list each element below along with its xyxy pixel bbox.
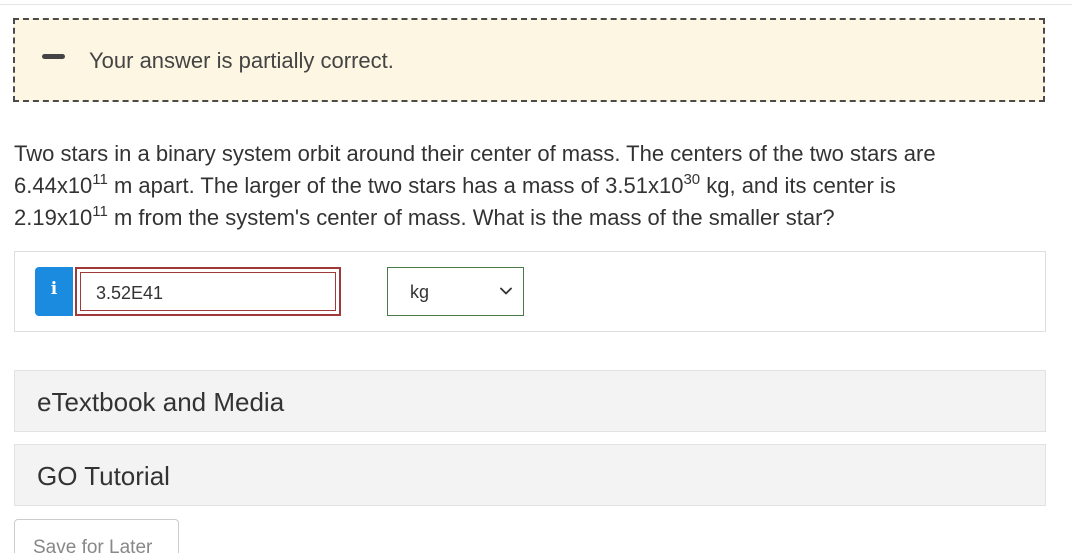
distance-exponent: 11 — [92, 203, 108, 220]
feedback-banner: Your answer is partially correct. — [13, 18, 1045, 102]
question-segment: kg, and its center is — [700, 173, 896, 198]
etextbook-media-panel[interactable]: eTextbook and Media — [14, 370, 1046, 432]
minus-icon — [42, 54, 65, 59]
question-segment: m apart. The larger of the two stars has… — [107, 173, 606, 198]
info-icon[interactable]: i — [35, 267, 73, 316]
feedback-message: Your answer is partially correct. — [89, 48, 394, 73]
etextbook-media-label: eTextbook and Media — [37, 387, 285, 417]
top-divider — [0, 4, 1072, 5]
go-tutorial-panel[interactable]: GO Tutorial — [14, 444, 1046, 506]
distance-value: 2.19x10 — [14, 205, 93, 230]
chevron-down-icon — [500, 287, 512, 295]
question-line-1: Two stars in a binary system orbit aroun… — [14, 141, 936, 166]
answer-area: i 3.52E41 kg — [14, 251, 1046, 332]
mass-exponent: 30 — [683, 171, 701, 188]
separation-value: 6.44x10 — [14, 173, 93, 198]
separation-exponent: 11 — [92, 171, 108, 188]
go-tutorial-label: GO Tutorial — [37, 461, 170, 491]
mass-value: 3.51x10 — [605, 173, 684, 198]
question-segment: m from the system's center of mass. What… — [107, 205, 835, 230]
question-page: Your answer is partially correct. Two st… — [0, 0, 1072, 553]
answer-value[interactable]: 3.52E41 — [80, 272, 336, 311]
unit-select[interactable]: kg — [387, 267, 524, 316]
unit-selected-value: kg — [410, 282, 430, 302]
question-text: Two stars in a binary system orbit aroun… — [14, 138, 1054, 234]
save-for-later-button[interactable]: Save for Later — [14, 519, 179, 553]
answer-input[interactable]: 3.52E41 — [75, 267, 341, 316]
